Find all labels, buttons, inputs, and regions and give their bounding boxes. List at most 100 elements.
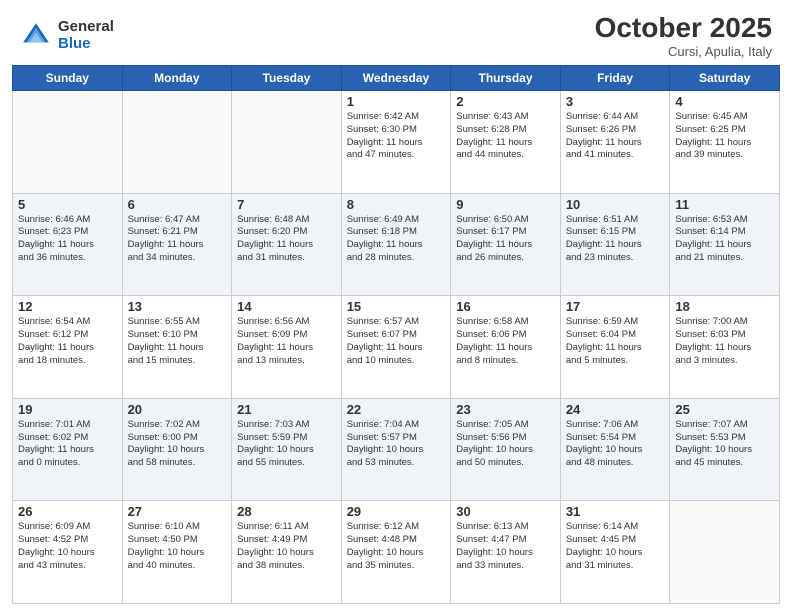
day-info: Sunrise: 6:49 AM Sunset: 6:18 PM Dayligh… — [347, 214, 446, 265]
day-cell-12: 12 Sunrise: 6:54 AM Sunset: 6:12 PM Dayli… — [13, 296, 123, 399]
day-cell-30: 30Sunrise: 6:13 AM Sunset: 4:47 PM Dayli… — [451, 501, 561, 604]
day-number: 26 — [18, 504, 117, 519]
weekday-header-thursday: Thursday — [451, 66, 561, 91]
day-number: 17 — [566, 299, 665, 314]
day-info: Sunrise: 6:56 AM Sunset: 6:09 PM Dayligh… — [237, 316, 336, 367]
day-info: Sunrise: 6:57 AM Sunset: 6:07 PM Dayligh… — [347, 316, 446, 367]
day-number: 5 — [18, 197, 117, 212]
day-number: 14 — [237, 299, 336, 314]
weekday-header-tuesday: Tuesday — [232, 66, 342, 91]
day-number: 3 — [566, 94, 665, 109]
day-number: 7 — [237, 197, 336, 212]
day-cell-11: 11 Sunrise: 6:53 AM Sunset: 6:14 PM Dayli… — [670, 193, 780, 296]
day-number: 12 — [18, 299, 117, 314]
day-info: Sunrise: 6:53 AM Sunset: 6:14 PM Dayligh… — [675, 214, 774, 265]
day-cell-14: 14 Sunrise: 6:56 AM Sunset: 6:09 PM Dayli… — [232, 296, 342, 399]
day-number: 27 — [128, 504, 227, 519]
week-row-3: 12 Sunrise: 6:54 AM Sunset: 6:12 PM Dayli… — [13, 296, 780, 399]
week-row-2: 5 Sunrise: 6:46 AM Sunset: 6:23 PM Daylig… — [13, 193, 780, 296]
day-cell-15: 15 Sunrise: 6:57 AM Sunset: 6:07 PM Dayli… — [341, 296, 451, 399]
day-number: 25 — [675, 402, 774, 417]
day-info: Sunrise: 6:10 AM Sunset: 4:50 PM Dayligh… — [128, 521, 227, 572]
day-cell-13: 13Sunrise: 6:55 AM Sunset: 6:10 PM Dayli… — [122, 296, 232, 399]
day-cell-26: 26Sunrise: 6:09 AM Sunset: 4:52 PM Dayli… — [13, 501, 123, 604]
weekday-header-row: SundayMondayTuesdayWednesdayThursdayFrid… — [13, 66, 780, 91]
day-cell-18: 18Sunrise: 7:00 AM Sunset: 6:03 PM Dayli… — [670, 296, 780, 399]
month-title: October 2025 — [595, 12, 772, 44]
page: General Blue October 2025 Cursi, Apulia,… — [0, 0, 792, 612]
day-cell-empty-0-0 — [13, 91, 123, 194]
day-number: 19 — [18, 402, 117, 417]
day-number: 1 — [347, 94, 446, 109]
day-info: Sunrise: 6:42 AM Sunset: 6:30 PM Dayligh… — [347, 111, 446, 162]
day-cell-22: 22Sunrise: 7:04 AM Sunset: 5:57 PM Dayli… — [341, 398, 451, 501]
calendar-table: SundayMondayTuesdayWednesdayThursdayFrid… — [12, 65, 780, 604]
day-cell-1: 1 Sunrise: 6:42 AM Sunset: 6:30 PM Daylig… — [341, 91, 451, 194]
day-cell-16: 16Sunrise: 6:58 AM Sunset: 6:06 PM Dayli… — [451, 296, 561, 399]
day-cell-28: 28Sunrise: 6:11 AM Sunset: 4:49 PM Dayli… — [232, 501, 342, 604]
logo-icon — [20, 20, 52, 52]
day-info: Sunrise: 6:47 AM Sunset: 6:21 PM Dayligh… — [128, 214, 227, 265]
day-cell-empty-4-6 — [670, 501, 780, 604]
day-cell-19: 19Sunrise: 7:01 AM Sunset: 6:02 PM Dayli… — [13, 398, 123, 501]
week-row-5: 26Sunrise: 6:09 AM Sunset: 4:52 PM Dayli… — [13, 501, 780, 604]
location: Cursi, Apulia, Italy — [595, 44, 772, 59]
day-cell-empty-0-1 — [122, 91, 232, 194]
day-cell-25: 25Sunrise: 7:07 AM Sunset: 5:53 PM Dayli… — [670, 398, 780, 501]
day-info: Sunrise: 6:14 AM Sunset: 4:45 PM Dayligh… — [566, 521, 665, 572]
day-number: 28 — [237, 504, 336, 519]
day-cell-27: 27 Sunrise: 6:10 AM Sunset: 4:50 PM Dayli… — [122, 501, 232, 604]
weekday-header-friday: Friday — [560, 66, 670, 91]
day-number: 23 — [456, 402, 555, 417]
weekday-header-sunday: Sunday — [13, 66, 123, 91]
day-info: Sunrise: 7:02 AM Sunset: 6:00 PM Dayligh… — [128, 419, 227, 470]
day-number: 15 — [347, 299, 446, 314]
day-info: Sunrise: 6:44 AM Sunset: 6:26 PM Dayligh… — [566, 111, 665, 162]
day-number: 21 — [237, 402, 336, 417]
day-cell-8: 8 Sunrise: 6:49 AM Sunset: 6:18 PM Daylig… — [341, 193, 451, 296]
day-info: Sunrise: 6:13 AM Sunset: 4:47 PM Dayligh… — [456, 521, 555, 572]
day-info: Sunrise: 7:03 AM Sunset: 5:59 PM Dayligh… — [237, 419, 336, 470]
logo-general-label: General — [58, 19, 114, 36]
day-cell-31: 31 Sunrise: 6:14 AM Sunset: 4:45 PM Dayli… — [560, 501, 670, 604]
day-cell-17: 17 Sunrise: 6:59 AM Sunset: 6:04 PM Dayli… — [560, 296, 670, 399]
day-info: Sunrise: 6:54 AM Sunset: 6:12 PM Dayligh… — [18, 316, 117, 367]
day-number: 10 — [566, 197, 665, 212]
day-number: 13 — [128, 299, 227, 314]
day-number: 11 — [675, 197, 774, 212]
day-info: Sunrise: 6:12 AM Sunset: 4:48 PM Dayligh… — [347, 521, 446, 572]
day-number: 8 — [347, 197, 446, 212]
header: General Blue October 2025 Cursi, Apulia,… — [0, 0, 792, 65]
logo-blue-label: Blue — [58, 36, 114, 53]
week-row-4: 19Sunrise: 7:01 AM Sunset: 6:02 PM Dayli… — [13, 398, 780, 501]
day-info: Sunrise: 7:06 AM Sunset: 5:54 PM Dayligh… — [566, 419, 665, 470]
day-number: 20 — [128, 402, 227, 417]
logo-text: General Blue — [58, 19, 114, 52]
day-cell-6: 6Sunrise: 6:47 AM Sunset: 6:21 PM Daylig… — [122, 193, 232, 296]
day-number: 2 — [456, 94, 555, 109]
title-area: October 2025 Cursi, Apulia, Italy — [595, 12, 772, 59]
day-number: 18 — [675, 299, 774, 314]
day-number: 4 — [675, 94, 774, 109]
day-number: 31 — [566, 504, 665, 519]
calendar: SundayMondayTuesdayWednesdayThursdayFrid… — [0, 65, 792, 612]
day-cell-10: 10Sunrise: 6:51 AM Sunset: 6:15 PM Dayli… — [560, 193, 670, 296]
day-number: 16 — [456, 299, 555, 314]
day-cell-2: 2Sunrise: 6:43 AM Sunset: 6:28 PM Daylig… — [451, 91, 561, 194]
day-info: Sunrise: 6:59 AM Sunset: 6:04 PM Dayligh… — [566, 316, 665, 367]
day-number: 29 — [347, 504, 446, 519]
weekday-header-wednesday: Wednesday — [341, 66, 451, 91]
day-cell-empty-0-2 — [232, 91, 342, 194]
day-info: Sunrise: 6:45 AM Sunset: 6:25 PM Dayligh… — [675, 111, 774, 162]
logo: General Blue — [20, 19, 114, 52]
day-cell-9: 9Sunrise: 6:50 AM Sunset: 6:17 PM Daylig… — [451, 193, 561, 296]
day-info: Sunrise: 7:05 AM Sunset: 5:56 PM Dayligh… — [456, 419, 555, 470]
week-row-1: 1 Sunrise: 6:42 AM Sunset: 6:30 PM Daylig… — [13, 91, 780, 194]
day-info: Sunrise: 6:46 AM Sunset: 6:23 PM Dayligh… — [18, 214, 117, 265]
day-cell-7: 7Sunrise: 6:48 AM Sunset: 6:20 PM Daylig… — [232, 193, 342, 296]
day-cell-23: 23 Sunrise: 7:05 AM Sunset: 5:56 PM Dayli… — [451, 398, 561, 501]
day-cell-21: 21 Sunrise: 7:03 AM Sunset: 5:59 PM Dayli… — [232, 398, 342, 501]
day-cell-3: 3 Sunrise: 6:44 AM Sunset: 6:26 PM Daylig… — [560, 91, 670, 194]
day-number: 9 — [456, 197, 555, 212]
weekday-header-monday: Monday — [122, 66, 232, 91]
